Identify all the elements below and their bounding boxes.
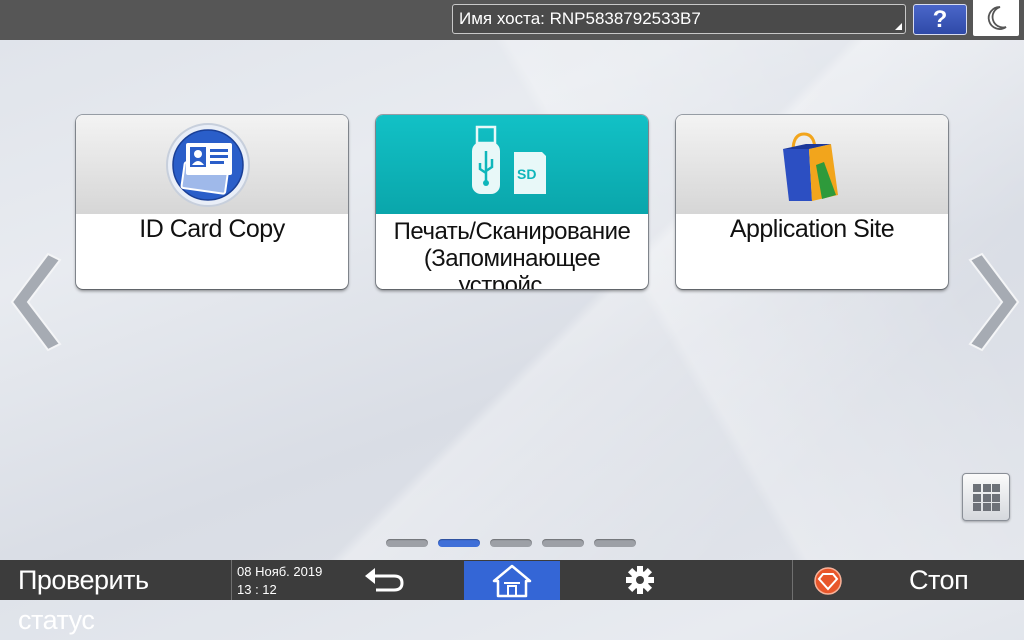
settings-gear-icon[interactable] (615, 562, 665, 598)
tile-icon-area (676, 115, 948, 214)
date-time: 08 Нояб. 2019 13 : 12 (231, 560, 331, 600)
tile-icon-area: SD (376, 115, 648, 214)
stop-label: Стоп (909, 565, 969, 595)
app-list-button[interactable] (962, 473, 1010, 521)
app-label-line1: Печать/Сканирование (393, 218, 631, 245)
expand-corner-icon (895, 23, 902, 30)
id-card-icon (166, 123, 250, 207)
page-dot-active[interactable] (438, 539, 480, 547)
usb-sd-icon: SD (472, 125, 546, 194)
shopping-bag-icon (783, 132, 838, 201)
app-label-line2: (Запоминающее устройс… (423, 245, 601, 289)
moon-icon (987, 6, 1007, 30)
app-label: Печать/Сканирование (Запоминающее устрой… (376, 218, 648, 289)
stop-icon (814, 567, 842, 595)
sleep-button[interactable] (973, 0, 1019, 36)
page-dot[interactable] (594, 539, 636, 547)
page-dot[interactable] (386, 539, 428, 547)
page-dot[interactable] (490, 539, 532, 547)
stop-button[interactable]: Стоп (793, 560, 989, 600)
app-label: Application Site (729, 215, 895, 243)
grid-icon (973, 484, 1000, 511)
app-application-site[interactable]: Application Site (676, 115, 948, 289)
top-bar: Имя хоста: RNP5838792533B7 ? (0, 0, 1024, 40)
app-id-card-copy[interactable]: ID Card Copy (76, 115, 348, 289)
previous-page-arrow[interactable] (8, 250, 64, 354)
svg-text:SD: SD (517, 166, 536, 182)
page-indicator (386, 539, 636, 547)
page-dot[interactable] (542, 539, 584, 547)
app-print-scan-storage[interactable]: SD Печать/Сканирование (Запоминающее уст… (376, 115, 648, 289)
help-button[interactable]: ? (913, 4, 967, 35)
app-label: ID Card Copy (139, 215, 285, 243)
home-icon (492, 564, 532, 598)
time-text: 13 : 12 (237, 582, 277, 597)
date-text: 08 Нояб. 2019 (237, 564, 323, 579)
home-button[interactable] (464, 561, 560, 600)
hostname-field[interactable]: Имя хоста: RNP5838792533B7 (452, 4, 906, 34)
next-page-arrow[interactable] (966, 250, 1022, 354)
check-status-button[interactable]: Проверить статус (0, 560, 230, 635)
tile-icon-area (76, 115, 348, 214)
back-button[interactable] (360, 564, 410, 598)
hostname-text: Имя хоста: RNP5838792533B7 (459, 9, 701, 28)
